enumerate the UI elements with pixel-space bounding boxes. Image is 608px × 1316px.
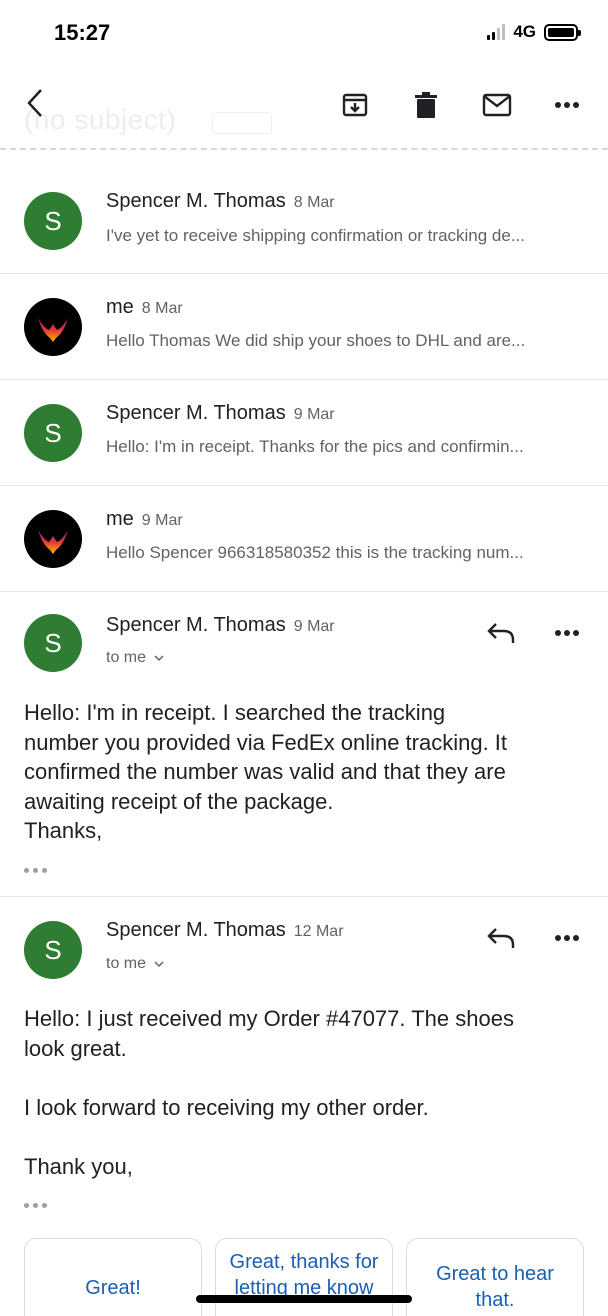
message-snippet: Hello Thomas We did ship your shoes to D… [106, 331, 526, 350]
message-more-icon[interactable] [550, 618, 584, 648]
sender-line: Spencer M. Thomas 12 Mar [106, 919, 344, 942]
message-snippet: Hello Spencer 966318580352 this is the t… [106, 543, 524, 562]
signal-icon [487, 24, 506, 40]
message-body-line: Thank you, [24, 1153, 133, 1179]
sender-line: me 9 Mar [106, 508, 183, 531]
expanded-message: S Spencer M. Thomas 9 Mar to me Hello: I'… [0, 592, 608, 896]
message-date: 9 Mar [293, 618, 335, 635]
avatar [24, 298, 82, 356]
message-snippet: I've yet to receive shipping confirmatio… [106, 226, 526, 245]
recipient-details-toggle[interactable]: to me [106, 955, 164, 973]
smart-reply-button[interactable]: Great, thanks for letting me know [215, 1238, 393, 1316]
collapsed-message[interactable]: S Spencer M. Thomas 8 Mar I've yet to rec… [0, 150, 608, 274]
message-date: 9 Mar [293, 406, 335, 423]
expanded-message: S Spencer M. Thomas 12 Mar to me Hello: I… [0, 897, 608, 1227]
avatar: S [24, 404, 82, 462]
more-options-icon[interactable] [550, 88, 584, 122]
message-date: 9 Mar [141, 512, 183, 529]
sender-line: Spencer M. Thomas 9 Mar [106, 402, 335, 425]
brand-logo-icon [38, 318, 68, 342]
avatar: S [24, 192, 82, 250]
brand-logo-icon [38, 530, 68, 554]
sender-line: Spencer M. Thomas 9 Mar [106, 614, 335, 637]
sender-name: me [106, 508, 134, 530]
network-type: 4G [513, 22, 536, 41]
smart-reply-button[interactable]: Great! [24, 1238, 202, 1316]
message-snippet: Hello: I'm in receipt. Thanks for the pi… [106, 437, 524, 456]
inbox-label-badge [212, 112, 272, 134]
back-arrow-icon[interactable] [18, 86, 52, 120]
trash-icon[interactable] [409, 88, 443, 122]
chevron-down-icon [154, 961, 164, 968]
chevron-down-icon [154, 655, 164, 662]
message-body-line: Hello: I just received my Order #47077. … [24, 1006, 514, 1061]
sender-name: Spencer M. Thomas [106, 614, 286, 636]
sender-line: me 8 Mar [106, 296, 183, 319]
avatar: S [24, 614, 82, 672]
status-time: 15:27 [54, 20, 111, 45]
show-trimmed-content-icon[interactable] [24, 868, 47, 873]
status-bar: 15:27 4G [0, 0, 608, 66]
reply-icon[interactable] [484, 618, 518, 648]
sender-name: Spencer M. Thomas [106, 919, 286, 941]
battery-icon [544, 23, 581, 41]
collapsed-message[interactable]: me 9 Mar Hello Spencer 966318580352 this … [0, 486, 608, 592]
message-date: 8 Mar [293, 194, 335, 211]
sender-name: Spencer M. Thomas [106, 402, 286, 424]
collapsed-message[interactable]: S Spencer M. Thomas 9 Mar Hello: I'm in r… [0, 380, 608, 486]
smart-reply-button[interactable]: Great to hear that. [406, 1238, 584, 1316]
email-toolbar: (no subject) [0, 66, 608, 150]
archive-icon[interactable] [338, 88, 372, 122]
show-trimmed-content-icon[interactable] [24, 1203, 47, 1208]
sender-line: Spencer M. Thomas 8 Mar [106, 190, 335, 213]
avatar [24, 510, 82, 568]
collapsed-message[interactable]: me 8 Mar Hello Thomas We did ship your sh… [0, 274, 608, 380]
reply-icon[interactable] [484, 923, 518, 953]
message-body: Hello: I just received my Order #47077. … [24, 1004, 584, 1181]
home-indicator[interactable] [196, 1295, 412, 1303]
message-date: 8 Mar [141, 300, 183, 317]
sender-name: me [106, 296, 134, 318]
recipient-details-toggle[interactable]: to me [106, 649, 164, 667]
message-body: Hello: I'm in receipt. I searched the tr… [24, 698, 584, 846]
message-body-text: Hello: I'm in receipt. I searched the tr… [24, 700, 508, 843]
mark-unread-icon[interactable] [480, 88, 514, 122]
status-indicators: 4G [487, 22, 581, 42]
message-body-line: I look forward to receiving my other ord… [24, 1094, 429, 1120]
avatar: S [24, 921, 82, 979]
message-date: 12 Mar [293, 923, 344, 940]
sender-name: Spencer M. Thomas [106, 190, 286, 212]
message-more-icon[interactable] [550, 923, 584, 953]
